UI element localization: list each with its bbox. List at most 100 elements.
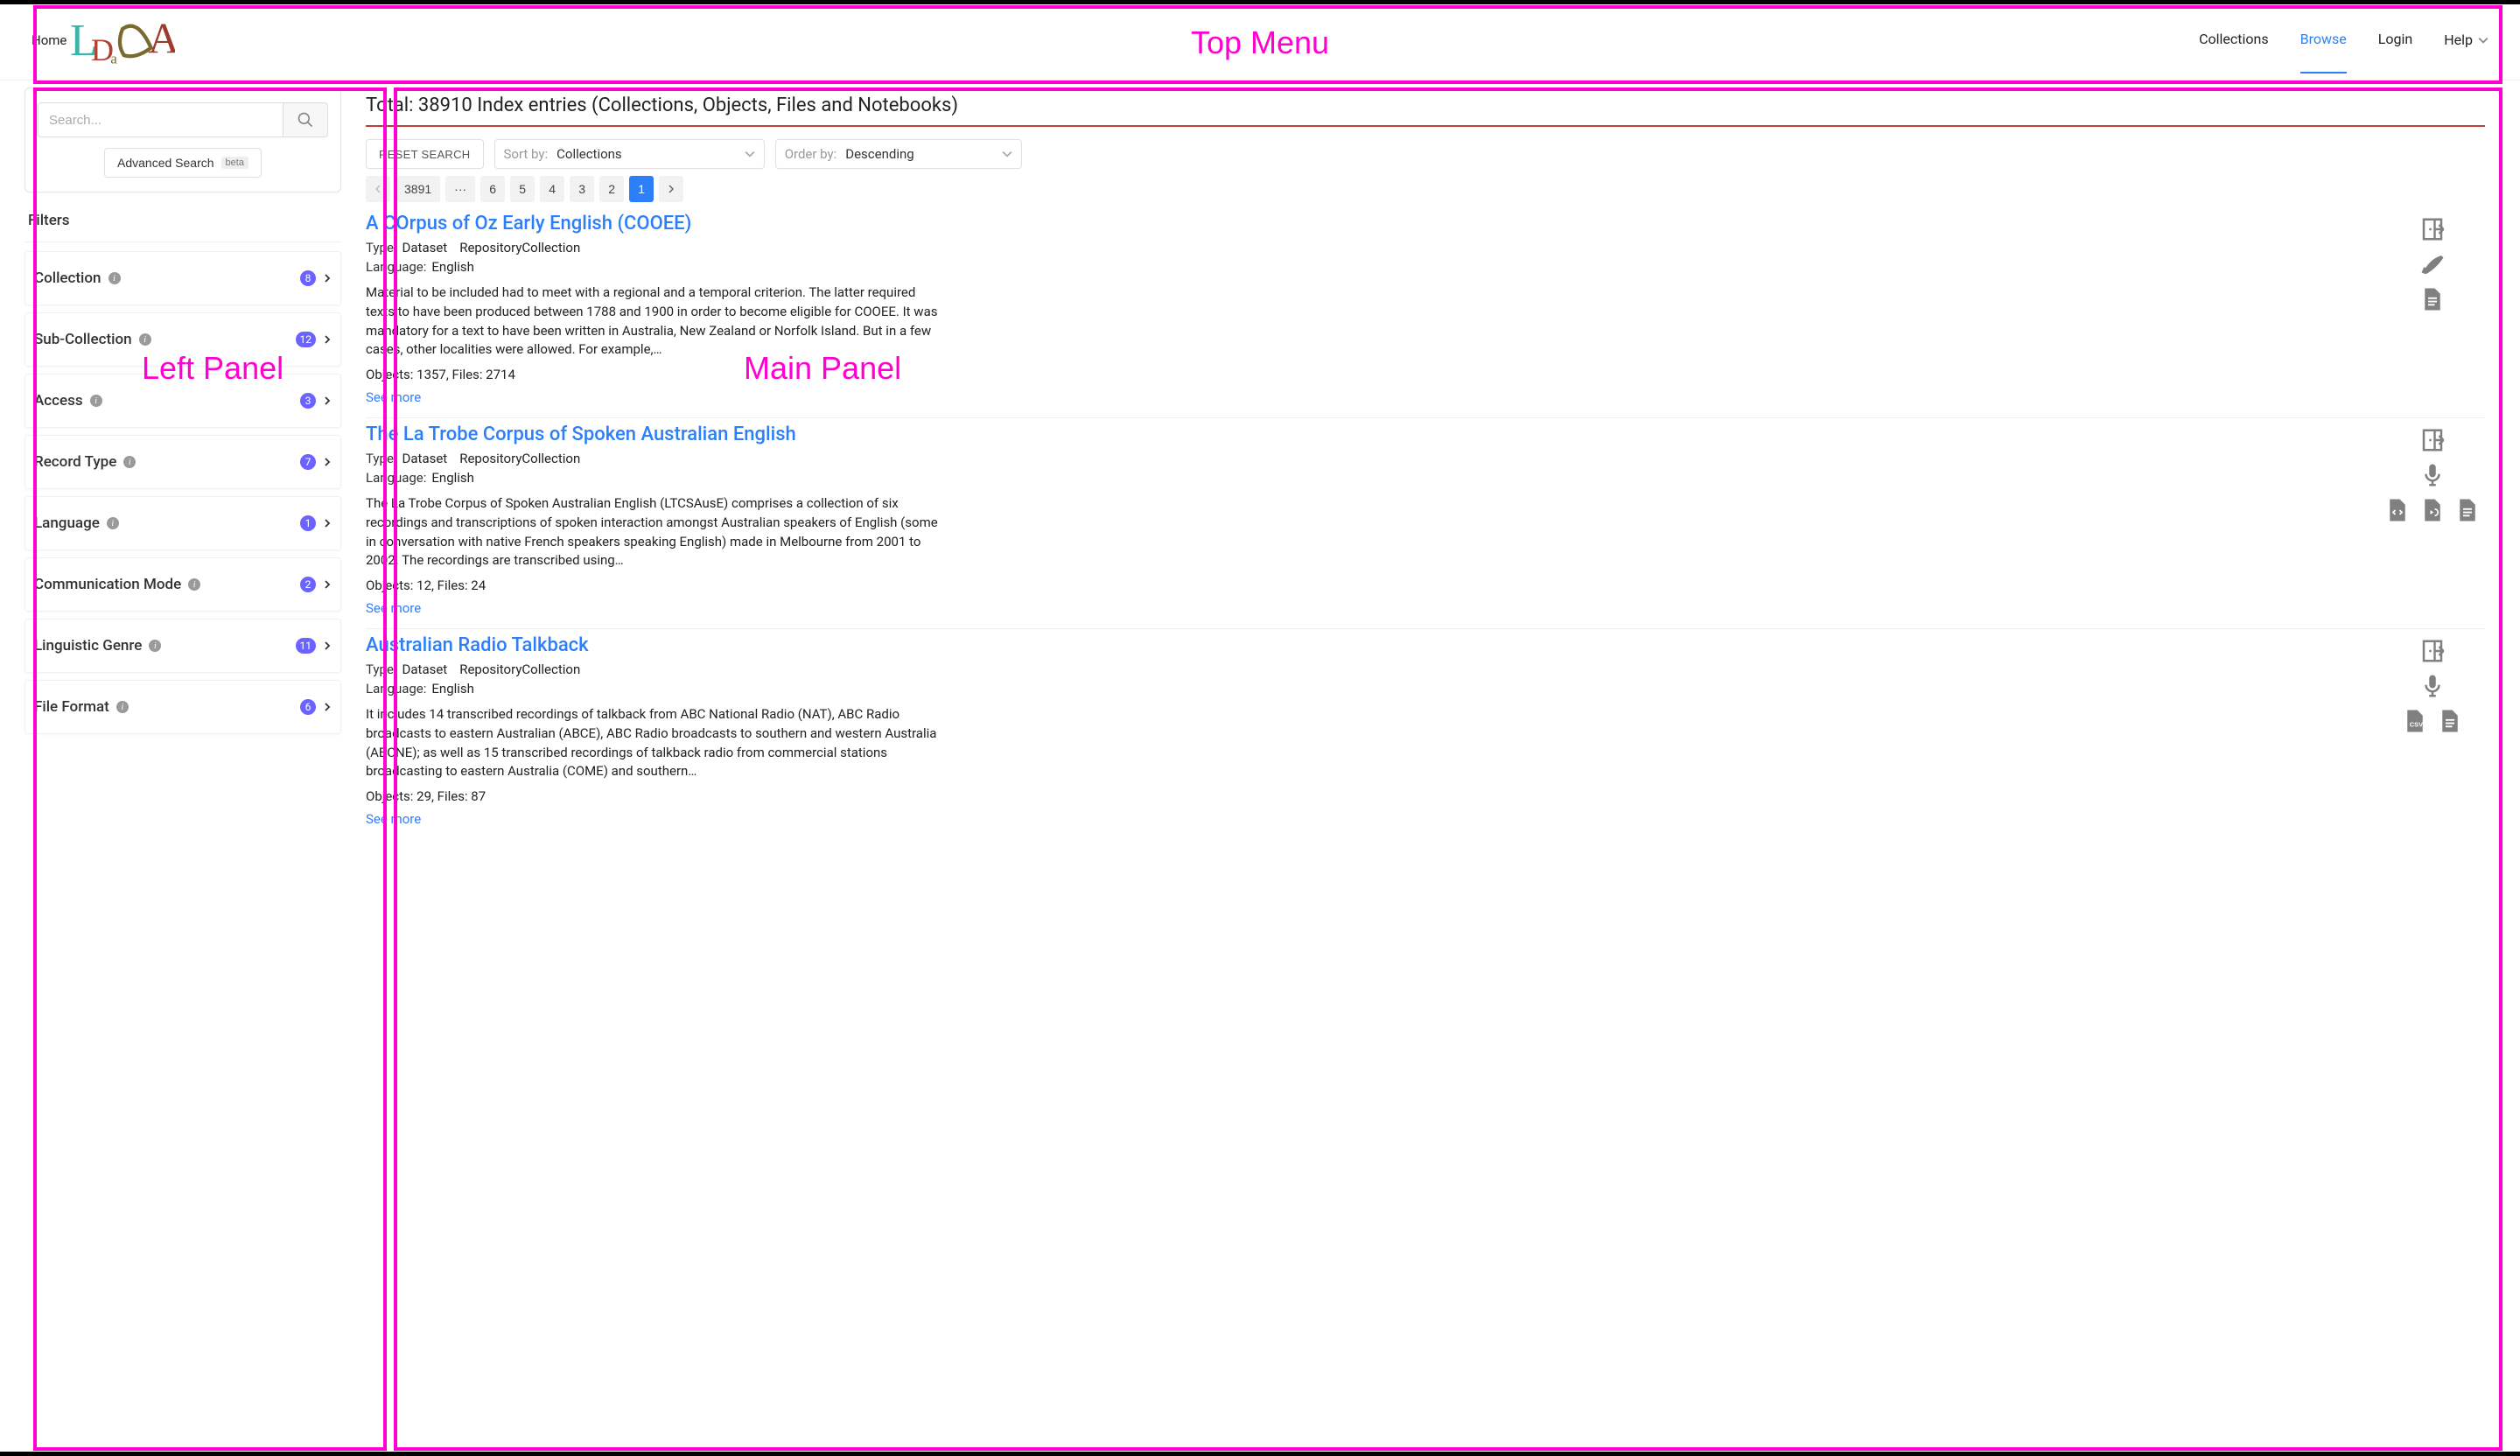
chevron-right-icon — [323, 519, 332, 528]
page-1[interactable]: 1 — [629, 176, 654, 202]
type-label: Type: — [366, 451, 397, 466]
facet-label: Communication Mode — [34, 576, 181, 593]
controls-row: RESET SEARCH Sort by: Collections Order … — [366, 139, 2485, 169]
reset-search-button[interactable]: RESET SEARCH — [366, 139, 484, 169]
facet-label: Sub-Collection — [34, 331, 132, 348]
facet-access[interactable]: Access i 3 — [24, 374, 341, 428]
chevron-left-icon — [374, 185, 382, 193]
result-title[interactable]: Australian Radio Talkback — [366, 634, 2345, 656]
file-csv-icon — [2402, 708, 2428, 734]
nav-login[interactable]: Login — [2378, 6, 2412, 74]
facet-label: Linguistic Genre — [34, 637, 142, 654]
search-card: Advanced Search beta — [24, 88, 341, 192]
file-text-icon — [2437, 708, 2463, 734]
result-description: The La Trobe Corpus of Spoken Australian… — [366, 494, 943, 570]
info-icon[interactable]: i — [90, 395, 102, 407]
result-stats: Objects: 1357, Files: 2714 — [366, 367, 2345, 382]
facet-count: 12 — [296, 332, 317, 347]
type-value: Dataset — [402, 451, 448, 466]
page-4[interactable]: 4 — [540, 176, 564, 202]
page-6[interactable]: 6 — [480, 176, 505, 202]
type-value: Dataset — [402, 240, 448, 256]
info-icon[interactable]: i — [149, 640, 161, 652]
filters-title: Filters — [24, 212, 341, 242]
advanced-search-button[interactable]: Advanced Search beta — [104, 148, 262, 178]
result-icons — [2380, 634, 2485, 827]
page-2[interactable]: 2 — [599, 176, 624, 202]
facet-file-format[interactable]: File Format i 6 — [24, 680, 341, 734]
search-input[interactable] — [38, 102, 283, 137]
result-title[interactable]: The La Trobe Corpus of Spoken Australian… — [366, 424, 2345, 445]
result-icons — [2380, 213, 2485, 405]
lang-label: Language: — [366, 681, 426, 696]
result-description: Material to be included had to meet with… — [366, 284, 943, 360]
page-5[interactable]: 5 — [510, 176, 535, 202]
lang-value: English — [431, 259, 474, 275]
nav-collections[interactable]: Collections — [2199, 6, 2269, 74]
info-icon[interactable]: i — [107, 517, 119, 529]
lang-label: Language: — [366, 259, 426, 275]
type-label: Type: — [366, 240, 397, 256]
search-button[interactable] — [283, 102, 328, 137]
facet-label: Access — [34, 392, 83, 410]
result-icons — [2380, 424, 2485, 616]
sort-select[interactable]: Sort by: Collections — [494, 139, 765, 169]
file-audio-icon — [2419, 497, 2446, 523]
result-stats: Objects: 12, Files: 24 — [366, 578, 2345, 593]
page-next[interactable] — [659, 176, 683, 202]
top-menu: Home L D a A Collections Browse Login He… — [0, 0, 2520, 80]
result-item: A COrpus of Oz Early English (COOEE) Typ… — [366, 207, 2485, 418]
chevron-down-icon — [2478, 35, 2488, 46]
result-title[interactable]: A COrpus of Oz Early English (COOEE) — [366, 213, 2345, 234]
see-more-link[interactable]: See more — [366, 389, 421, 405]
see-more-link[interactable]: See more — [366, 600, 421, 616]
nav: Collections Browse Login Help — [2199, 6, 2488, 74]
chevron-right-icon — [323, 703, 332, 711]
beta-badge: beta — [221, 157, 248, 169]
facet-record-type[interactable]: Record Type i 7 — [24, 435, 341, 489]
mic-icon — [2419, 673, 2446, 699]
facet-collection[interactable]: Collection i 8 — [24, 251, 341, 305]
chevron-right-icon — [323, 274, 332, 283]
facet-count: 11 — [296, 638, 317, 654]
pencil-icon — [2419, 251, 2446, 277]
facet-label: File Format — [34, 698, 109, 716]
nav-browse[interactable]: Browse — [2300, 6, 2347, 74]
facet-count: 1 — [300, 515, 316, 531]
type-value: RepositoryCollection — [459, 662, 580, 677]
svg-text:a: a — [111, 50, 118, 66]
info-icon[interactable]: i — [188, 578, 200, 591]
page-prev[interactable] — [366, 176, 390, 202]
facet-linguistic-genre[interactable]: Linguistic Genre i 11 — [24, 619, 341, 673]
see-more-link[interactable]: See more — [366, 811, 421, 827]
page-3891[interactable]: 3891 — [396, 176, 440, 202]
facet-communication-mode[interactable]: Communication Mode i 2 — [24, 557, 341, 612]
order-select[interactable]: Order by: Descending — [775, 139, 1022, 169]
facet-count: 3 — [300, 393, 316, 409]
door-icon — [2419, 638, 2446, 664]
left-panel: Advanced Search beta Filters Collection … — [7, 80, 350, 839]
facet-language[interactable]: Language i 1 — [24, 496, 341, 550]
nav-help[interactable]: Help — [2444, 32, 2488, 48]
lang-label: Language: — [366, 470, 426, 486]
logo[interactable]: L D a A — [70, 10, 175, 70]
page-3[interactable]: 3 — [570, 176, 594, 202]
mic-icon — [2419, 462, 2446, 488]
info-icon[interactable]: i — [116, 701, 129, 713]
nav-help-label: Help — [2444, 32, 2473, 48]
info-icon[interactable]: i — [123, 456, 136, 468]
svg-text:A: A — [149, 14, 176, 62]
result-description: It includes 14 transcribed recordings of… — [366, 705, 943, 781]
nav-home[interactable]: Home — [32, 32, 66, 48]
result-stats: Objects: 29, Files: 87 — [366, 788, 2345, 804]
advanced-search-label: Advanced Search — [117, 156, 214, 170]
facet-label: Collection — [34, 270, 102, 287]
file-text-icon — [2419, 286, 2446, 312]
facet-sub-collection[interactable]: Sub-Collection i 12 — [24, 312, 341, 367]
chevron-down-icon — [1002, 149, 1012, 159]
total-line: Total: 38910 Index entries (Collections,… — [366, 88, 2485, 127]
chevron-right-icon — [323, 580, 332, 589]
info-icon[interactable]: i — [139, 333, 151, 346]
info-icon[interactable]: i — [108, 272, 121, 284]
order-value: Descending — [845, 146, 914, 162]
